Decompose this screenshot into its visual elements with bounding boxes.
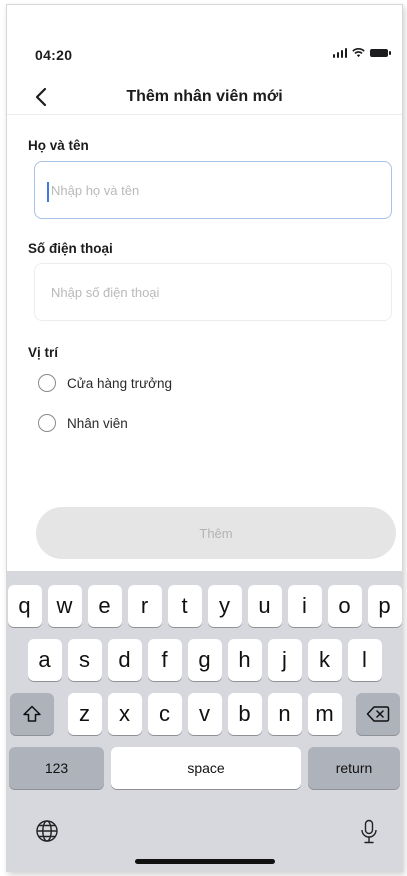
shift-icon — [22, 705, 41, 722]
key-l[interactable]: l — [347, 639, 382, 681]
add-button[interactable]: Thêm — [36, 507, 396, 559]
key-u[interactable]: u — [247, 585, 282, 627]
radio-option-label: Cửa hàng trưởng — [67, 375, 172, 391]
key-w[interactable]: w — [47, 585, 82, 627]
key-e[interactable]: e — [87, 585, 122, 627]
key-f[interactable]: f — [147, 639, 182, 681]
key-a[interactable]: a — [27, 639, 62, 681]
on-screen-keyboard: q w e r t y u i o p a s d f g h j k l z … — [7, 571, 402, 871]
key-x[interactable]: x — [107, 693, 142, 735]
key-z[interactable]: z — [67, 693, 102, 735]
status-icons — [332, 48, 391, 58]
name-label: Họ và tên — [28, 138, 89, 153]
numbers-key[interactable]: 123 — [9, 747, 104, 789]
key-y[interactable]: y — [207, 585, 242, 627]
phone-input[interactable] — [34, 263, 392, 321]
space-key[interactable]: space — [111, 747, 301, 789]
text-caret — [47, 182, 49, 202]
dictation-key[interactable] — [360, 819, 378, 850]
key-r[interactable]: r — [127, 585, 162, 627]
key-j[interactable]: j — [267, 639, 302, 681]
radio-option-staff[interactable]: Nhân viên — [38, 414, 128, 432]
radio-button[interactable] — [38, 374, 56, 392]
microphone-icon — [361, 819, 377, 844]
key-c[interactable]: c — [147, 693, 182, 735]
key-g[interactable]: g — [187, 639, 222, 681]
radio-option-store-manager[interactable]: Cửa hàng trưởng — [38, 374, 172, 392]
status-bar: 04:20 — [7, 5, 402, 75]
wifi-icon — [352, 48, 365, 58]
signal-icon — [332, 48, 347, 58]
shift-key[interactable] — [9, 693, 54, 735]
page-title: Thêm nhân viên mới — [126, 88, 283, 105]
key-d[interactable]: d — [107, 639, 142, 681]
position-label: Vị trí — [28, 345, 59, 360]
home-indicator[interactable] — [134, 859, 275, 864]
key-h[interactable]: h — [227, 639, 262, 681]
globe-key[interactable] — [35, 819, 59, 848]
key-t[interactable]: t — [167, 585, 202, 627]
key-q[interactable]: q — [7, 585, 42, 627]
return-key[interactable]: return — [308, 747, 400, 789]
phone-label: Số điện thoại — [28, 241, 113, 256]
key-v[interactable]: v — [187, 693, 222, 735]
nav-bar: Thêm nhân viên mới — [7, 79, 402, 115]
key-b[interactable]: b — [227, 693, 262, 735]
backspace-icon — [366, 706, 389, 722]
key-i[interactable]: i — [287, 585, 322, 627]
globe-icon — [36, 820, 58, 842]
key-n[interactable]: n — [267, 693, 302, 735]
radio-option-label: Nhân viên — [67, 415, 128, 431]
phone-screen: 04:20 Thêm nhân viên mới Họ và tên Số đi… — [6, 4, 403, 872]
key-k[interactable]: k — [307, 639, 342, 681]
battery-icon — [370, 49, 391, 57]
radio-button[interactable] — [38, 414, 56, 432]
key-s[interactable]: s — [67, 639, 102, 681]
delete-key[interactable] — [355, 693, 400, 735]
status-time: 04:20 — [35, 47, 73, 63]
key-m[interactable]: m — [307, 693, 342, 735]
key-p[interactable]: p — [367, 585, 402, 627]
key-o[interactable]: o — [327, 585, 362, 627]
name-input[interactable] — [34, 161, 392, 219]
